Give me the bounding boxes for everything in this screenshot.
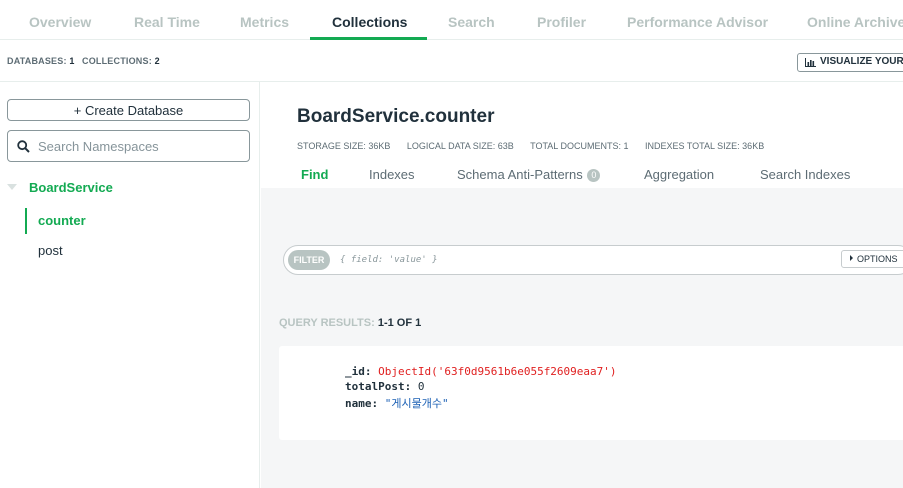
collapse-caret-icon[interactable] (7, 184, 17, 190)
tab-schema-anti-patterns[interactable]: Schema Anti-Patterns 0 (457, 167, 601, 182)
field-key: name (345, 397, 372, 410)
filter-label: FILTER (288, 250, 330, 270)
tab-collections[interactable]: Collections (332, 14, 407, 30)
namespace-search (7, 130, 250, 162)
options-button[interactable]: OPTIONS (841, 250, 903, 268)
collection-title: BoardService.counter (297, 106, 495, 127)
top-nav: Overview Real Time Metrics Collections S… (0, 0, 903, 40)
document-field-name: name: "게시물개수" (345, 397, 449, 410)
tab-real-time[interactable]: Real Time (134, 14, 200, 30)
collection-item-counter[interactable]: counter (38, 213, 86, 228)
query-results-summary: QUERY RESULTS: 1-1 OF 1 (279, 317, 421, 329)
active-collection-indicator (25, 208, 27, 234)
query-results-label: QUERY RESULTS: (279, 317, 375, 329)
indexes-size-stat: INDEXES TOTAL SIZE: 36KB (644, 141, 765, 151)
field-key: _id (345, 365, 365, 378)
tab-performance-advisor[interactable]: Performance Advisor (627, 14, 768, 30)
filter-input[interactable] (340, 252, 820, 268)
bar-chart-icon (805, 58, 816, 67)
namespace-sidebar: + Create Database BoardService counter p… (0, 82, 260, 488)
cluster-stats-bar: DATABASES: 1 COLLECTIONS: 2 VISUALIZE YO… (0, 41, 903, 82)
storage-size-stat: STORAGE SIZE: 36KB (297, 141, 391, 151)
tab-online-archive[interactable]: Online Archive (807, 14, 903, 30)
visualize-data-button[interactable]: VISUALIZE YOUR DATA (797, 53, 903, 72)
logical-size-stat: LOGICAL DATA SIZE: 63B (406, 141, 514, 151)
tab-metrics[interactable]: Metrics (240, 14, 289, 30)
total-documents-stat: TOTAL DOCUMENTS: 1 (530, 141, 629, 151)
search-icon (17, 140, 30, 153)
active-tab-indicator (310, 37, 427, 40)
options-label: OPTIONS (857, 254, 898, 264)
collection-main-pane: BoardService.counter STORAGE SIZE: 36KB … (261, 82, 903, 488)
field-value: "게시물개수" (384, 397, 449, 410)
document-field-totalpost: totalPost: 0 (345, 380, 425, 393)
search-namespaces-input[interactable] (38, 136, 238, 156)
field-key: totalPost (345, 380, 405, 393)
filter-bar: FILTER OPTIONS (283, 245, 903, 275)
database-item-boardservice[interactable]: BoardService (29, 180, 113, 195)
tab-search-indexes[interactable]: Search Indexes (760, 167, 850, 182)
tab-indexes[interactable]: Indexes (369, 167, 415, 182)
tab-overview[interactable]: Overview (29, 14, 91, 30)
document-card[interactable]: _id: ObjectId('63f0d9561b6e055f2609eaa7'… (279, 346, 903, 440)
databases-stat: DATABASES: 1 (7, 56, 75, 66)
schema-count-badge: 0 (587, 169, 601, 182)
tab-find[interactable]: Find (301, 167, 328, 182)
collection-item-post[interactable]: post (38, 243, 63, 258)
query-workspace: FILTER OPTIONS QUERY RESULTS: 1-1 OF 1 _… (261, 188, 903, 488)
caret-right-icon (850, 255, 853, 261)
query-results-range: 1-1 OF 1 (377, 317, 422, 329)
visualize-data-label: VISUALIZE YOUR DATA (820, 56, 903, 67)
field-value: 0 (417, 380, 425, 393)
tab-profiler[interactable]: Profiler (537, 14, 586, 30)
document-field-id: _id: ObjectId('63f0d9561b6e055f2609eaa7'… (345, 365, 617, 378)
collections-stat: COLLECTIONS: 2 (82, 56, 160, 66)
collection-tabs: Find Indexes Schema Anti-Patterns 0 Aggr… (261, 166, 903, 188)
schema-tab-label: Schema Anti-Patterns (457, 167, 583, 182)
tab-aggregation[interactable]: Aggregation (644, 167, 714, 182)
tab-search[interactable]: Search (448, 14, 495, 30)
field-value: ObjectId('63f0d9561b6e055f2609eaa7') (378, 365, 617, 378)
collection-stats: STORAGE SIZE: 36KB LOGICAL DATA SIZE: 63… (297, 141, 778, 151)
create-database-button[interactable]: + Create Database (7, 99, 250, 121)
